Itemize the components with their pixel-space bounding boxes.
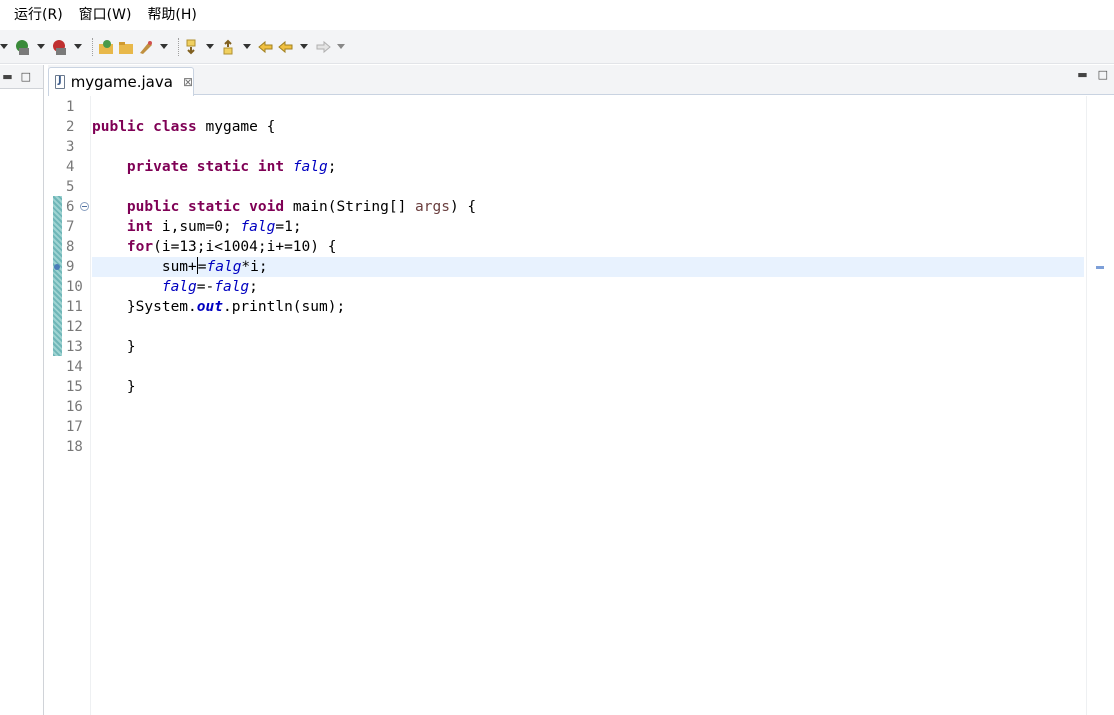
code-line: public class mygame { [92,119,276,135]
editor-window-controls: ▬ □ [1077,69,1108,80]
menu-bar: 运行(R) 窗口(W) 帮助(H) [0,0,1114,30]
code-line: sum+=falg*i; [92,257,268,275]
main-toolbar [0,30,1114,64]
maximize-icon[interactable]: □ [21,71,31,82]
left-panel-header: ▬ □ [0,65,43,89]
code-line: falg=-falg; [161,279,258,295]
line-number: 13 [66,339,83,355]
chevron-down-icon[interactable] [37,44,45,49]
line-number: 10 [66,279,83,295]
chevron-down-icon[interactable] [0,44,8,49]
overview-marker[interactable] [1096,266,1104,269]
menu-help[interactable]: 帮助(H) [139,0,204,30]
java-file-icon [55,75,65,89]
line-number: 5 [66,179,75,195]
back-button[interactable] [277,36,295,58]
line-number: 11 [66,299,83,315]
left-view-panel: ▬ □ [0,65,44,715]
vertical-ruler [50,96,63,715]
chevron-down-icon[interactable] [243,44,251,49]
menu-run[interactable]: 运行(R) [6,0,71,30]
forward-icon [316,40,331,53]
prev-annotation-icon [223,39,233,54]
debug-icon [16,39,29,55]
tab-mygame-java[interactable]: mygame.java ⊠ [48,67,194,96]
next-annotation-icon [186,39,196,54]
open-folder-icon [119,41,133,54]
last-edit-button[interactable] [257,36,275,58]
line-number-gutter: 1 2 3 4 5 6 7 8 9 10 11 12 13 14 15 16 1… [54,96,90,715]
editor-tab-bar: mygame.java ⊠ ▬ □ [48,65,1114,96]
fold-collapse-icon[interactable] [80,202,89,211]
line-number: 7 [66,219,75,235]
chevron-down-icon[interactable] [337,44,345,49]
toolbar-separator [92,37,93,56]
external-tools-icon [140,40,152,54]
code-line: for(i=13;i<1004;i+=10) { [126,239,337,255]
run-icon [53,39,66,55]
line-number: 17 [66,419,83,435]
code-line: } [92,339,136,355]
code-editor[interactable]: 1 2 3 4 5 6 7 8 9 10 11 12 13 14 15 16 1… [48,96,1114,715]
forward-button[interactable] [314,36,332,58]
code-text[interactable]: public class mygame { private static int… [92,96,1084,715]
code-line: private static int falg; [126,159,337,175]
last-edit-icon [258,40,273,53]
chevron-down-icon[interactable] [206,44,214,49]
prev-annotation-button[interactable] [220,36,238,58]
line-number: 1 [66,99,75,115]
line-number: 2 [66,119,75,135]
debug-button[interactable] [14,36,32,58]
chevron-down-icon[interactable] [160,44,168,49]
line-number: 12 [66,319,83,335]
maximize-icon[interactable]: □ [1098,69,1108,80]
code-line: }System.out.println(sum); [92,299,346,315]
external-tools-button[interactable] [137,36,155,58]
close-icon[interactable]: ⊠ [183,75,193,89]
code-line: } [92,379,136,395]
open-folder-button[interactable] [117,36,135,58]
line-number: 16 [66,399,83,415]
text-caret [196,257,198,274]
line-number: 4 [66,159,75,175]
line-number: 3 [66,139,75,155]
code-line: public static void main(String[] args) { [126,199,477,215]
vertical-scrollbar[interactable] [1104,96,1114,715]
line-number: 9 [66,259,75,275]
code-line: int i,sum=0; falg=1; [126,219,302,235]
next-annotation-button[interactable] [183,36,201,58]
line-number: 18 [66,439,83,455]
open-type-button[interactable] [97,36,115,58]
minimize-icon[interactable]: ▬ [1077,69,1087,80]
menu-window[interactable]: 窗口(W) [71,0,140,30]
minimize-icon[interactable]: ▬ [2,71,12,82]
line-number: 14 [66,359,83,375]
line-number: 8 [66,239,75,255]
editor-area: mygame.java ⊠ ▬ □ 1 2 3 4 5 6 7 8 9 10 1… [48,65,1114,715]
tab-title: mygame.java [70,73,173,91]
occurrence-marker-icon [54,264,60,270]
line-number: 15 [66,379,83,395]
back-icon [278,40,293,53]
open-type-icon [99,39,113,54]
chevron-down-icon[interactable] [300,44,308,49]
overview-ruler[interactable] [1086,96,1104,715]
toolbar-separator [178,37,179,56]
chevron-down-icon[interactable] [74,44,82,49]
run-button[interactable] [51,36,69,58]
gutter-separator [90,96,91,715]
